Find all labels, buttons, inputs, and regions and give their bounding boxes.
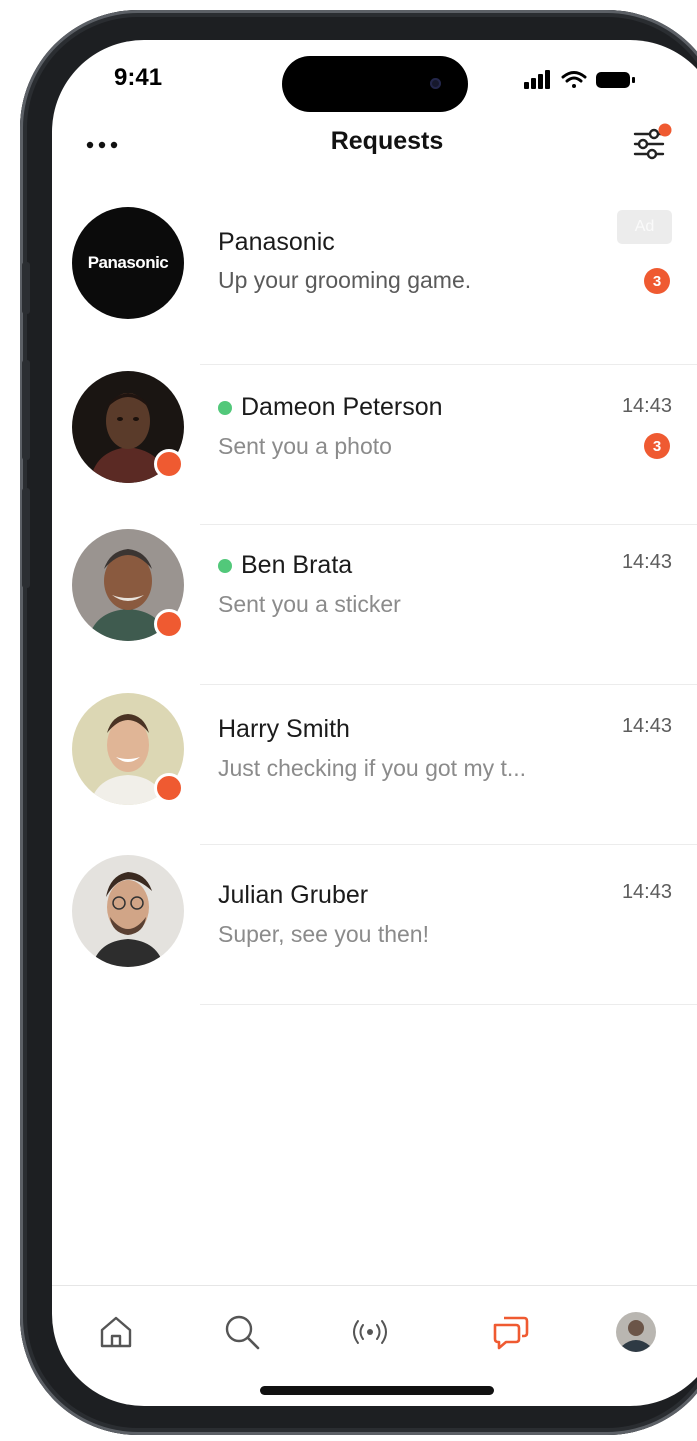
chat-icon — [493, 1316, 529, 1350]
wifi-icon — [561, 71, 587, 88]
app-badge-icon — [154, 609, 184, 639]
more-button[interactable] — [82, 133, 128, 157]
message-time: 14:43 — [621, 715, 672, 737]
tab-profile[interactable] — [612, 1308, 660, 1356]
tab-live[interactable] — [346, 1308, 394, 1356]
cellular-signal-icon — [524, 70, 550, 89]
message-preview: Sent you a sticker — [218, 591, 401, 617]
conversation-row[interactable]: Dameon Peterson Sent you a photo 14:43 3 — [52, 365, 697, 525]
message-time: 14:43 — [621, 395, 672, 417]
dynamic-island — [282, 56, 468, 112]
app-badge-icon — [154, 773, 184, 803]
profile-avatar — [616, 1312, 656, 1352]
avatar — [72, 855, 184, 967]
divider — [200, 1004, 697, 1005]
online-indicator — [218, 558, 232, 573]
conversation-row-ad[interactable]: Panasonic Panasonic Up your grooming gam… — [52, 205, 697, 365]
battery-icon — [596, 72, 635, 88]
status-icons — [520, 66, 640, 94]
volume-up-button — [22, 360, 30, 460]
tab-home[interactable] — [92, 1308, 140, 1356]
message-time: 14:43 — [621, 551, 672, 573]
contact-name: Julian Gruber — [218, 881, 369, 909]
camera-icon — [430, 78, 441, 89]
home-indicator[interactable] — [260, 1386, 494, 1395]
message-preview: Super, see you then! — [218, 921, 429, 947]
volume-down-button — [22, 488, 30, 588]
sliders-icon — [633, 123, 672, 160]
unread-count-badge: 3 — [644, 268, 670, 294]
brand-logo: Panasonic — [72, 207, 184, 319]
conversation-row[interactable]: Julian Gruber Super, see you then! 14:43 — [52, 845, 697, 1005]
contact-name: Harry Smith — [218, 715, 350, 743]
conversation-row[interactable]: Harry Smith Just checking if you got my … — [52, 685, 697, 845]
ellipsis-icon — [86, 141, 118, 149]
name-line: Dameon Peterson — [218, 393, 443, 422]
name-line: Julian Gruber — [218, 881, 368, 910]
status-time: 9:41 — [114, 64, 163, 91]
page-title: Requests — [330, 127, 444, 155]
online-indicator — [218, 400, 232, 415]
home-icon — [100, 1316, 132, 1348]
filter-button[interactable] — [627, 120, 673, 166]
ad-badge: Ad — [617, 210, 672, 244]
name-line: Panasonic — [218, 228, 335, 257]
contact-name: Dameon Peterson — [241, 393, 443, 421]
header: Requests — [52, 115, 697, 175]
search-icon — [225, 1315, 260, 1350]
notification-dot — [658, 123, 672, 137]
message-time: 14:43 — [621, 881, 672, 903]
name-line: Ben Brata — [218, 551, 352, 580]
contact-name: Panasonic — [218, 228, 335, 256]
broadcast-icon — [353, 1320, 387, 1344]
tab-search[interactable] — [218, 1308, 266, 1356]
tab-messages[interactable] — [486, 1308, 534, 1356]
action-button — [22, 262, 30, 314]
message-preview: Sent you a photo — [218, 433, 392, 459]
screen: 9:41 Requests Panasonic Panasonic Up you… — [52, 40, 697, 1406]
name-line: Harry Smith — [218, 715, 350, 744]
message-preview: Just checking if you got my t... — [218, 755, 527, 781]
unread-count-badge: 3 — [644, 433, 670, 459]
app-badge-icon — [154, 449, 184, 479]
conversation-row[interactable]: Ben Brata Sent you a sticker 14:43 — [52, 525, 697, 685]
contact-name: Ben Brata — [241, 551, 353, 579]
message-preview: Up your grooming game. — [218, 267, 472, 293]
tab-bar — [52, 1285, 697, 1366]
